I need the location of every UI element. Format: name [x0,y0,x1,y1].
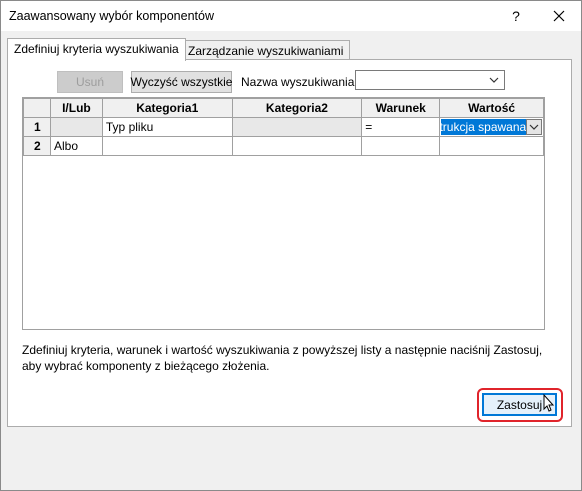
condition-cell[interactable] [361,136,441,156]
condition-cell[interactable]: = [361,117,441,137]
column-header[interactable]: I/Lub [49,98,103,118]
row-number[interactable]: 1 [23,117,51,137]
clear-all-label: Wyczyść wszystkie [130,75,233,89]
row-number[interactable]: 2 [23,136,51,156]
close-icon [553,10,564,22]
value-selected-text[interactable]: trukcja spawana [441,119,527,135]
instruction-text: Zdefiniuj kryteria, warunek i wartość wy… [22,343,543,373]
value-dropdown-button[interactable] [526,119,543,135]
andor-cell[interactable] [49,117,103,137]
tab-define-criteria[interactable]: Zdefiniuj kryteria wyszukiwania [7,38,186,61]
column-header[interactable]: Wartość [439,98,544,118]
tab-label: Zarządzanie wyszukiwaniami [188,44,344,58]
title-bar[interactable]: Zaawansowany wybór komponentów ? [1,1,581,31]
search-name-label: Nazwa wyszukiwania: [241,75,358,89]
header-row: I/Lub Kategoria1 Kategoria2 Warunek Wart… [23,98,544,118]
category2-cell[interactable] [231,136,363,156]
column-header[interactable]: Kategoria2 [231,98,363,118]
column-header[interactable]: Kategoria1 [101,98,233,118]
help-button[interactable]: ? [496,1,536,31]
category1-cell[interactable] [101,136,233,156]
chevron-down-icon [489,77,499,83]
chevron-down-icon [529,124,539,130]
window-title: Zaawansowany wybór komponentów [9,9,214,23]
tab-label: Zdefiniuj kryteria wyszukiwania [14,42,179,56]
delete-button[interactable]: Usuń [57,71,123,93]
category1-cell[interactable]: Typ pliku [101,117,233,137]
value-cell[interactable]: trukcja spawana [439,117,544,137]
table-row: 2 Albo [23,136,544,156]
criteria-grid[interactable]: I/Lub Kategoria1 Kategoria2 Warunek Wart… [22,97,545,330]
search-name-combo[interactable] [355,70,505,90]
category2-cell[interactable] [231,117,363,137]
value-cell[interactable] [439,136,544,156]
apply-button-label: Zastosuj [496,397,543,412]
delete-button-label: Usuń [75,75,104,89]
mouse-pointer-icon [543,394,555,412]
criteria-table: I/Lub Kategoria1 Kategoria2 Warunek Wart… [23,98,544,156]
close-button[interactable] [536,1,581,31]
help-icon: ? [512,8,520,24]
corner-cell [23,98,51,118]
table-row: 1 Typ pliku = trukcja spawana [23,117,544,137]
clear-all-button[interactable]: Wyczyść wszystkie [131,71,232,93]
dialog-window: Zaawansowany wybór komponentów ? Zdefini… [0,0,582,491]
tab-manage-searches[interactable]: Zarządzanie wyszukiwaniami [181,40,351,60]
column-header[interactable]: Warunek [361,98,441,118]
andor-cell[interactable]: Albo [49,136,103,156]
